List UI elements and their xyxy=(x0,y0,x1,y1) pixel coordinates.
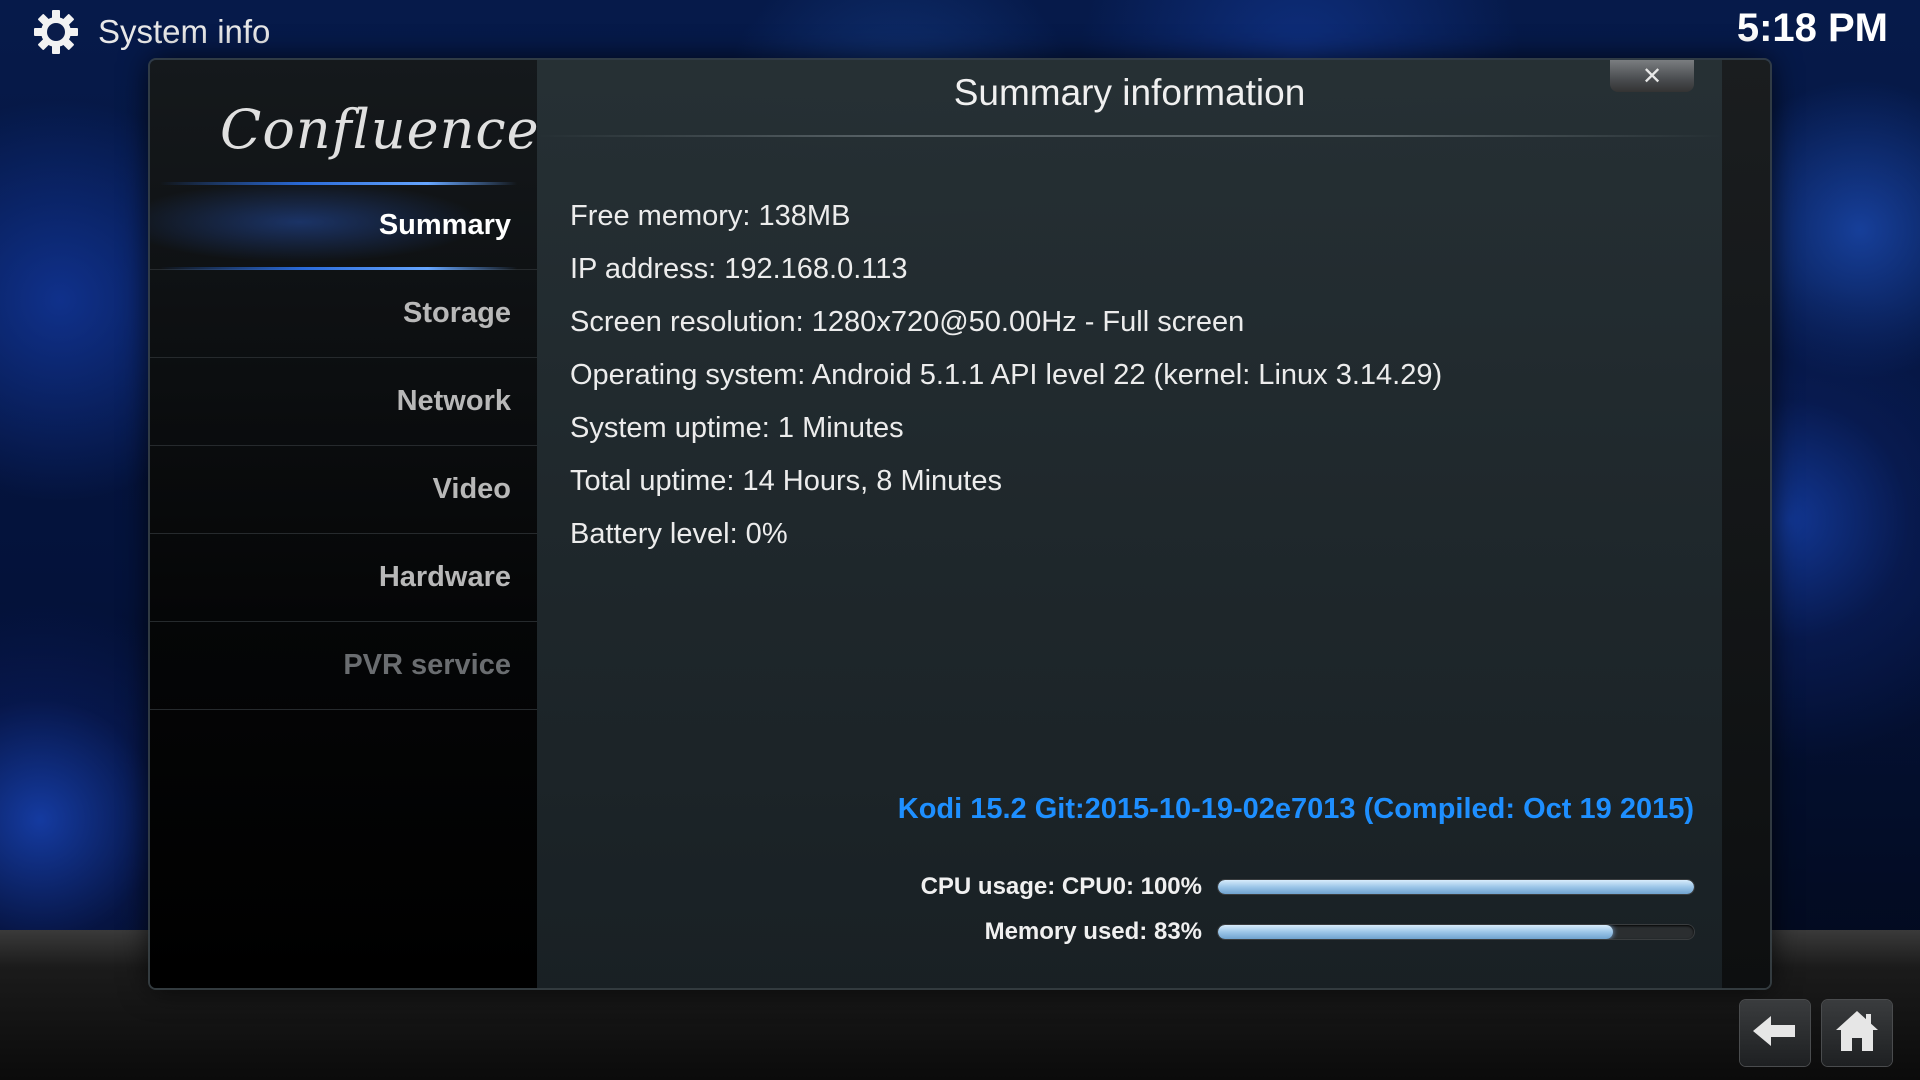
sidebar-nav: Summary Storage Network Video Hardware P… xyxy=(150,182,537,710)
sidebar-item-label: PVR service xyxy=(343,649,511,681)
memory-usage-bar xyxy=(1218,925,1694,939)
back-button[interactable] xyxy=(1740,1000,1810,1066)
confluence-logo: Confluence xyxy=(220,98,540,161)
sidebar-item-storage[interactable]: Storage xyxy=(150,270,537,358)
sidebar-item-pvr-service[interactable]: PVR service xyxy=(150,622,537,710)
sidebar-item-label: Summary xyxy=(378,209,511,241)
sidebar-item-label: Video xyxy=(432,473,511,505)
sidebar-item-hardware[interactable]: Hardware xyxy=(150,534,537,622)
info-screen-resolution: Screen resolution: 1280x720@50.00Hz - Fu… xyxy=(570,306,1245,338)
memory-usage-row: Memory used: 83% xyxy=(985,917,1694,947)
cpu-usage-row: CPU usage: CPU0: 100% xyxy=(921,872,1694,902)
memory-usage-label: Memory used: 83% xyxy=(984,918,1202,945)
sidebar-item-label: Hardware xyxy=(378,561,511,593)
info-system-uptime: System uptime: 1 Minutes xyxy=(570,412,904,444)
home-icon xyxy=(1833,1008,1881,1059)
window-title: System info xyxy=(98,13,271,50)
sidebar-item-label: Storage xyxy=(403,297,511,329)
dialog-edge xyxy=(1722,60,1770,988)
info-total-uptime: Total uptime: 14 Hours, 8 Minutes xyxy=(570,465,1002,497)
clock: 5:18 PM xyxy=(1736,6,1888,50)
info-free-memory: Free memory: 138MB xyxy=(570,200,851,232)
close-icon: ✕ xyxy=(1641,62,1663,90)
cpu-usage-bar xyxy=(1218,880,1694,894)
cpu-usage-fill xyxy=(1218,880,1694,894)
version-string: Kodi 15.2 Git:2015-10-19-02e7013 (Compil… xyxy=(897,793,1694,825)
info-operating-system: Operating system: Android 5.1.1 API leve… xyxy=(570,359,1443,391)
sidebar-item-network[interactable]: Network xyxy=(150,358,537,446)
memory-usage-fill xyxy=(1218,925,1614,939)
sidebar-item-summary[interactable]: Summary xyxy=(150,182,537,270)
sidebar-item-label: Network xyxy=(396,385,511,417)
divider xyxy=(537,135,1722,137)
close-button[interactable]: ✕ xyxy=(1610,60,1694,92)
sidebar: Confluence Summary Storage Network Video… xyxy=(150,60,540,988)
system-info-dialog: Confluence Summary Storage Network Video… xyxy=(150,60,1770,988)
home-button[interactable] xyxy=(1822,1000,1892,1066)
cpu-usage-label: CPU usage: CPU0: 100% xyxy=(920,873,1202,900)
dialog-title: Summary information xyxy=(953,72,1306,113)
gear-icon xyxy=(32,8,80,56)
info-list: Free memory: 138MB IP address: 192.168.0… xyxy=(570,190,1442,561)
info-ip-address: IP address: 192.168.0.113 xyxy=(570,253,908,285)
back-arrow-icon xyxy=(1751,1013,1799,1054)
window-header: System info xyxy=(32,8,270,56)
sidebar-item-video[interactable]: Video xyxy=(150,446,537,534)
info-battery-level: Battery level: 0% xyxy=(570,518,788,550)
